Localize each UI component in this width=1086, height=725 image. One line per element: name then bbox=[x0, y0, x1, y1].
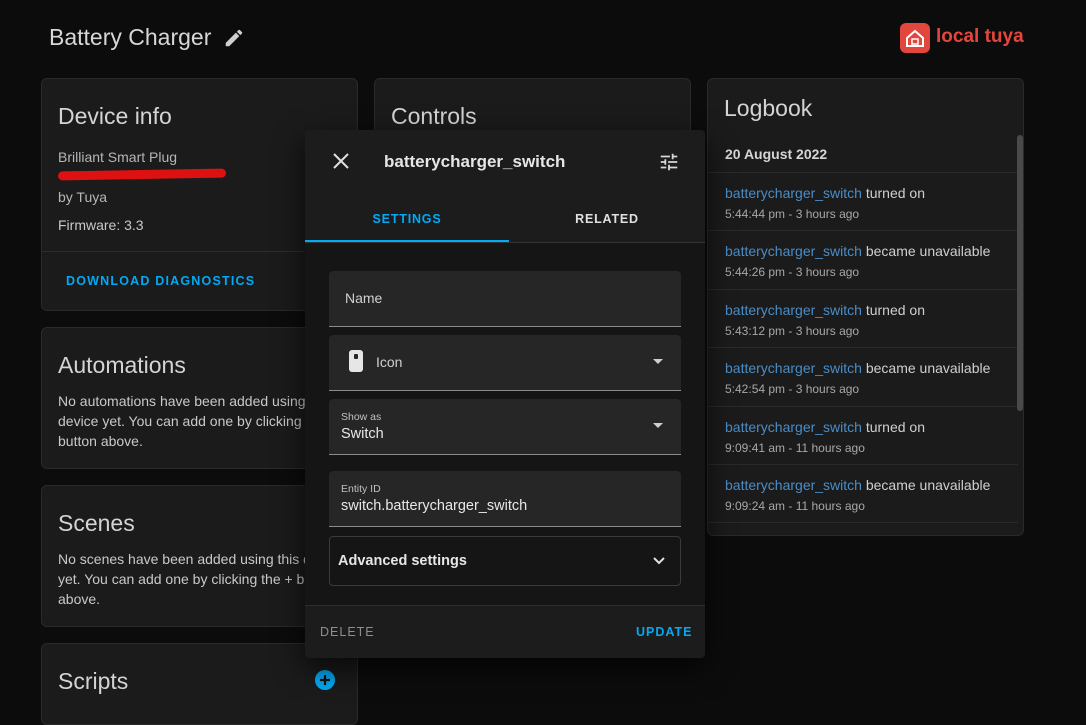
tab-related[interactable]: RELATED bbox=[505, 202, 705, 242]
logbook-action: became unavailable bbox=[861, 360, 991, 376]
controls-title: Controls bbox=[391, 103, 477, 129]
name-field[interactable]: Name bbox=[329, 271, 681, 327]
icon-dropdown-arrow-icon bbox=[653, 359, 663, 364]
device-manufacturer: by Tuya bbox=[58, 189, 108, 205]
plug-icon bbox=[349, 350, 363, 372]
logbook-title: Logbook bbox=[724, 95, 813, 121]
delete-button[interactable]: DELETE bbox=[320, 625, 375, 639]
scripts-title: Scripts bbox=[58, 668, 129, 694]
device-model: Brilliant Smart Plug bbox=[58, 149, 178, 165]
advanced-settings-expander[interactable]: Advanced settings bbox=[329, 536, 681, 586]
pencil-icon[interactable] bbox=[223, 27, 245, 49]
logbook-entry: batterycharger_switch turned on 5:44:44 … bbox=[708, 172, 1018, 231]
icon-field-label: Icon bbox=[376, 354, 403, 370]
logbook-entry: batterycharger_switch became unavailable… bbox=[708, 230, 1018, 289]
icon-field[interactable]: Icon bbox=[329, 335, 681, 391]
logbook-action: turned on bbox=[861, 419, 926, 435]
logbook-time: 5:42:54 pm - 3 hours ago bbox=[725, 382, 860, 396]
show-as-select[interactable]: Show as Switch bbox=[329, 399, 681, 455]
dialog-footer-divider bbox=[305, 605, 705, 606]
logbook-entry-partial bbox=[708, 522, 1018, 535]
entity-id-value: switch.batterycharger_switch bbox=[341, 498, 528, 514]
logbook-entry: batterycharger_switch became unavailable… bbox=[708, 347, 1018, 406]
logbook-entity-link[interactable]: batterycharger_switch bbox=[725, 243, 862, 259]
logbook-action: became unavailable bbox=[861, 477, 991, 493]
logbook-card: Logbook 20 August 2022 batterycharger_sw… bbox=[707, 78, 1024, 536]
logbook-action: became unavailable bbox=[861, 243, 991, 259]
device-firmware: Firmware: 3.3 bbox=[58, 217, 144, 233]
scenes-title: Scenes bbox=[58, 510, 135, 536]
advanced-settings-label: Advanced settings bbox=[338, 553, 467, 569]
logbook-time: 5:43:12 pm - 3 hours ago bbox=[725, 324, 860, 338]
update-button[interactable]: UPDATE bbox=[636, 625, 692, 639]
entity-settings-dialog: batterycharger_switch SETTINGS RELATED N… bbox=[305, 130, 705, 658]
local-tuya-logo: local tuya bbox=[900, 23, 1030, 55]
automations-text-1: No automations have been added using bbox=[58, 393, 306, 409]
logbook-time: 9:09:41 am - 11 hours ago bbox=[725, 441, 865, 455]
close-icon[interactable] bbox=[331, 151, 351, 171]
logbook-entry: batterycharger_switch became unavailable… bbox=[708, 464, 1018, 523]
automations-text-2: device yet. You can add one by clicking … bbox=[58, 413, 310, 429]
scenes-text-2: yet. You can add one by clicking the + b… bbox=[58, 571, 313, 587]
automations-text-3: button above. bbox=[58, 433, 143, 449]
add-script-icon[interactable] bbox=[315, 670, 335, 690]
scenes-text-1: No scenes have been added using this d bbox=[58, 551, 311, 567]
automations-title: Automations bbox=[58, 352, 186, 378]
tune-icon[interactable] bbox=[658, 151, 680, 173]
logo-icon bbox=[900, 23, 930, 53]
logbook-scrollbar[interactable] bbox=[1017, 135, 1023, 411]
logbook-entity-link[interactable]: batterycharger_switch bbox=[725, 360, 862, 376]
logbook-entity-link[interactable]: batterycharger_switch bbox=[725, 477, 862, 493]
name-field-label: Name bbox=[345, 290, 383, 306]
logbook-entry: batterycharger_switch turned on 5:43:12 … bbox=[708, 289, 1018, 348]
logo-text: local tuya bbox=[936, 26, 1024, 47]
logbook-entity-link[interactable]: batterycharger_switch bbox=[725, 419, 862, 435]
logbook-time: 5:44:44 pm - 3 hours ago bbox=[725, 207, 860, 221]
logbook-date: 20 August 2022 bbox=[725, 146, 828, 162]
page-title: Battery Charger bbox=[49, 24, 212, 50]
logbook-entry: batterycharger_switch turned on 9:09:41 … bbox=[708, 406, 1018, 465]
chevron-down-icon bbox=[653, 557, 665, 565]
device-info-title: Device info bbox=[58, 103, 172, 129]
logbook-entity-link[interactable]: batterycharger_switch bbox=[725, 185, 862, 201]
tab-settings[interactable]: SETTINGS bbox=[305, 202, 509, 242]
logbook-time: 5:44:26 pm - 3 hours ago bbox=[725, 265, 860, 279]
tab-related-label: RELATED bbox=[575, 212, 639, 226]
entity-id-label: Entity ID bbox=[341, 483, 381, 495]
show-as-label: Show as bbox=[341, 411, 382, 423]
download-diagnostics-button[interactable]: DOWNLOAD DIAGNOSTICS bbox=[66, 274, 255, 288]
entity-id-field[interactable]: Entity ID switch.batterycharger_switch bbox=[329, 471, 681, 527]
tab-settings-label: SETTINGS bbox=[372, 212, 442, 226]
logbook-time: 9:09:24 am - 11 hours ago bbox=[725, 499, 865, 513]
show-as-value: Switch bbox=[341, 426, 384, 442]
logbook-action: turned on bbox=[861, 185, 926, 201]
dialog-title: batterycharger_switch bbox=[384, 152, 566, 171]
logbook-entity-link[interactable]: batterycharger_switch bbox=[725, 302, 862, 318]
scenes-text-3: above. bbox=[58, 591, 101, 607]
logbook-action: turned on bbox=[861, 302, 926, 318]
show-as-dropdown-arrow-icon bbox=[653, 423, 663, 428]
